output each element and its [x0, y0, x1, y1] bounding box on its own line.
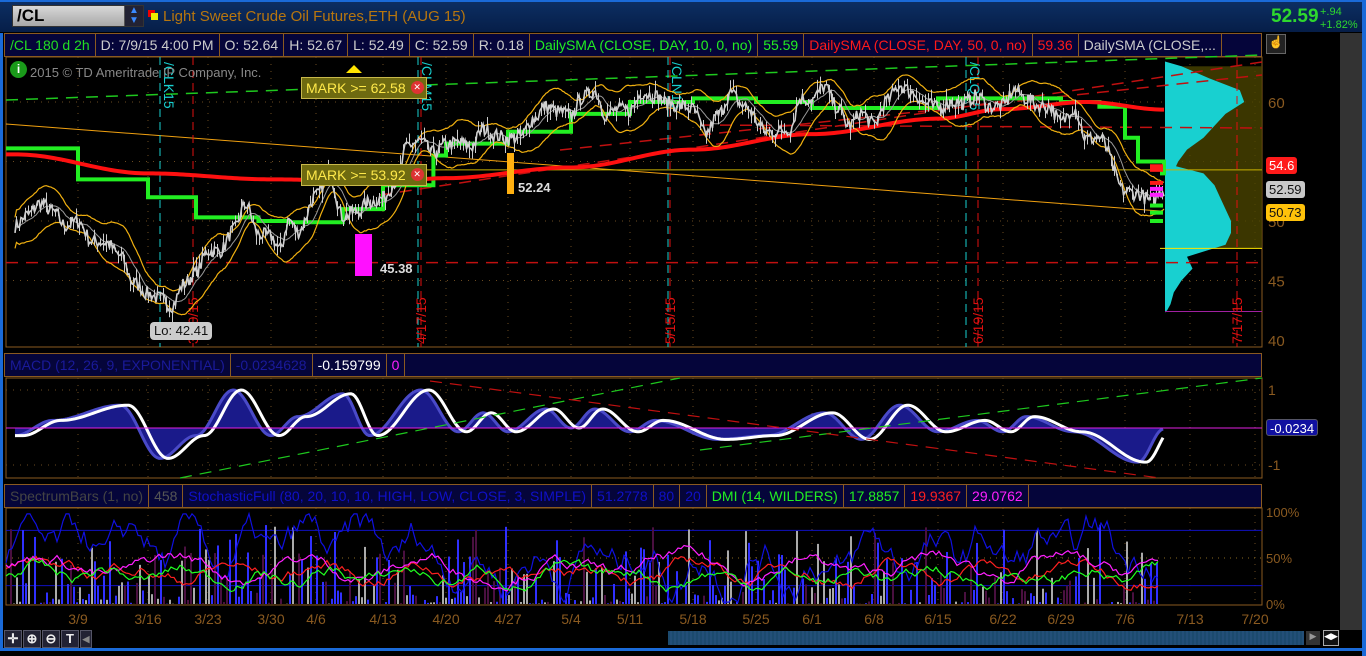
date-tick: 5/11 [617, 611, 643, 627]
alert-mark-53[interactable]: MARK >= 53.92 ✕ [301, 164, 427, 186]
date-tick: 3/9 [68, 611, 88, 627]
lower-tick: 50% [1266, 551, 1292, 566]
macd-last-label: -0.0234 [1266, 419, 1319, 436]
date-tick: 7/6 [1115, 611, 1135, 627]
date-tick: 5/18 [679, 611, 706, 627]
date-tick: 7/20 [1241, 611, 1268, 627]
alert-arrow-icon [346, 65, 362, 73]
price-chart[interactable]: 605045401-1100%50%0%3/9 3/16 3/23 3/30 4/6 4/… [0, 0, 1340, 630]
date-tick: 6/15 [924, 611, 951, 627]
expand-time-axis-button[interactable]: ◀▶ [1323, 630, 1339, 646]
magenta-value: 45.38 [380, 261, 413, 276]
expiry-date: 5/15/15 [662, 297, 678, 344]
expiry-date: 7/17/15 [1229, 297, 1245, 344]
date-tick: 6/8 [864, 611, 884, 627]
close-icon[interactable]: ✕ [410, 81, 424, 94]
low-label: Lo: 42.41 [150, 322, 213, 340]
window-border [0, 648, 1366, 651]
window-border [1362, 0, 1366, 656]
orange-value: 52.24 [518, 180, 551, 195]
crosshair-icon[interactable]: ✛ [4, 630, 22, 648]
time-scrollbar[interactable] [668, 631, 1304, 645]
date-tick: 7/13 [1176, 611, 1203, 627]
date-tick: 3/23 [194, 611, 221, 627]
window-border [0, 33, 3, 650]
macd-tick: 1 [1268, 382, 1276, 398]
close-icon[interactable]: ✕ [410, 168, 424, 181]
zoom-in-icon[interactable]: ⊕ [23, 630, 41, 648]
price-tick: 40 [1268, 333, 1285, 350]
date-tick: 5/4 [561, 611, 581, 627]
date-tick: 4/27 [494, 611, 521, 627]
info-icon[interactable]: i [10, 61, 27, 78]
expiry-date: 4/17/15 [413, 297, 429, 344]
date-tick: 6/22 [989, 611, 1016, 627]
date-tick: 5/25 [742, 611, 769, 627]
date-tick: 4/20 [432, 611, 459, 627]
orange-marker [507, 153, 514, 194]
right-panel-strip [1340, 33, 1362, 630]
copyright-text: 2015 © TD Ameritrade IP Company, Inc. [30, 65, 262, 80]
date-tick: 6/29 [1047, 611, 1074, 627]
date-tick: 4/6 [306, 611, 326, 627]
expiry-date: 6/19/15 [970, 297, 986, 344]
price-label-last: 52.59 [1266, 181, 1305, 198]
price-tick: 60 [1268, 95, 1285, 112]
lower-tick: 0% [1266, 597, 1285, 612]
price-label-band: 50.73 [1266, 204, 1305, 221]
alert-label: MARK >= 62.58 [306, 80, 406, 96]
lower-tick: 100% [1266, 505, 1300, 520]
date-tick: 6/1 [802, 611, 822, 627]
zoom-out-icon[interactable]: ⊖ [42, 630, 60, 648]
date-tick: 3/16 [134, 611, 161, 627]
chart-toolbar: ✛ ⊕ ⊖ T ◀ [4, 630, 92, 648]
text-tool-icon[interactable]: T [61, 630, 79, 648]
scroll-right-button[interactable]: ▶ [1306, 631, 1320, 645]
date-tick: 3/30 [257, 611, 284, 627]
magenta-marker [355, 234, 372, 276]
date-tick: 4/13 [369, 611, 396, 627]
macd-tick: -1 [1268, 457, 1281, 473]
scroll-left-button[interactable]: ◀ [80, 630, 92, 648]
alert-mark-62[interactable]: MARK >= 62.58 ✕ [301, 77, 427, 99]
alert-label: MARK >= 53.92 [306, 167, 406, 183]
price-tick: 45 [1268, 274, 1285, 291]
price-label-sma: 54.6 [1266, 157, 1298, 174]
